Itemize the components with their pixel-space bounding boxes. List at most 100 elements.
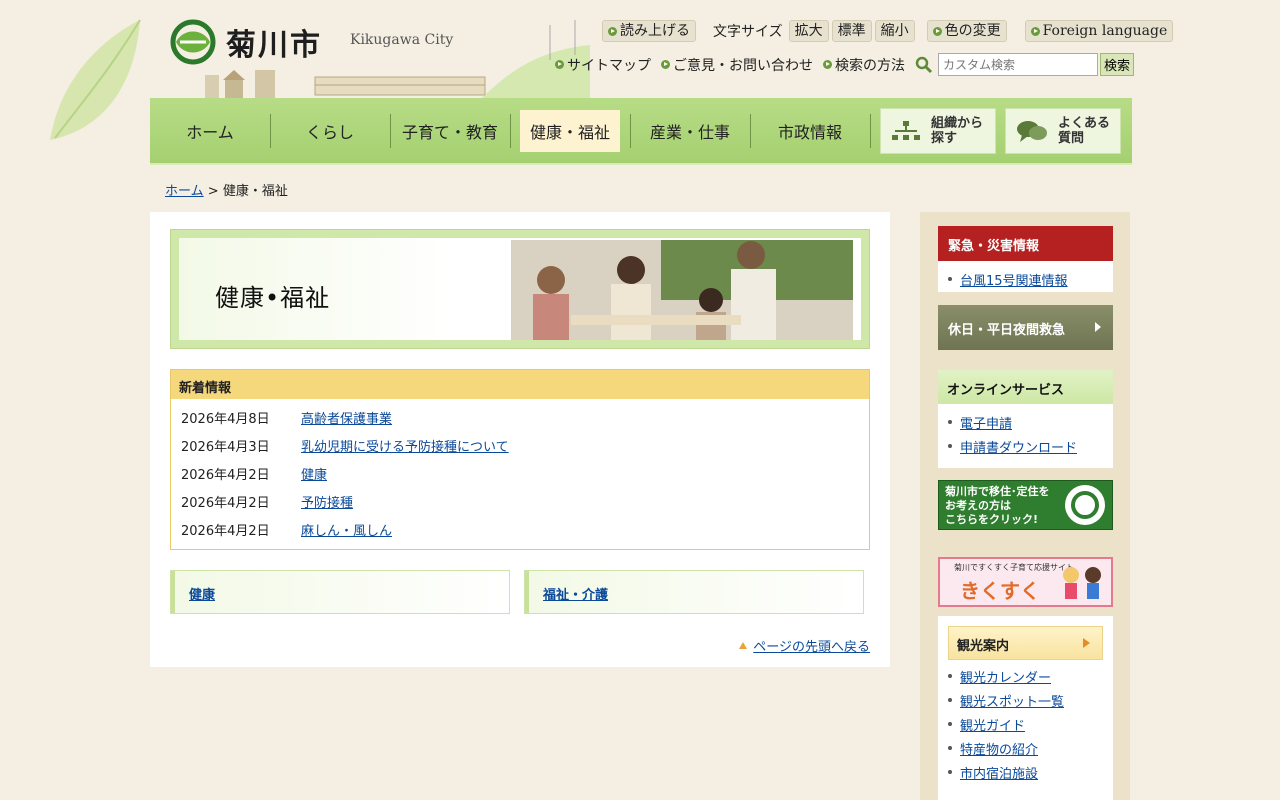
org-search-label: 組織から 探す — [931, 116, 984, 146]
news-date: 2026年4月2日 — [181, 524, 270, 539]
color-change-button[interactable]: 色の変更 — [926, 20, 1007, 42]
page-title: 健康•福祉 — [215, 284, 331, 312]
category-card-health[interactable]: 健康 — [170, 570, 510, 614]
read-aloud-button[interactable]: 読み上げる — [602, 20, 696, 42]
tourism-heading-button[interactable]: 観光案内 — [948, 626, 1103, 660]
childcare-site-banner[interactable]: 菊川ですくすく子育て応援サイト きくすく — [938, 557, 1113, 607]
bullet-icon — [948, 770, 952, 774]
tourism-link[interactable]: 特産物の紹介 — [960, 739, 1038, 758]
migration-banner[interactable]: 菊川市で移住･定住を お考えの方は こちらをクリック! — [938, 480, 1113, 530]
news-row: 2026年4月8日 高齢者保護事業 — [171, 399, 869, 427]
news-link[interactable]: 高齢者保護事業 — [301, 408, 392, 427]
online-link-e-application[interactable]: 電子申請 — [960, 413, 1012, 432]
bullet-icon — [948, 420, 952, 424]
sitemap-link[interactable]: サイトマップ — [555, 55, 651, 75]
arrow-bullet-icon — [661, 60, 670, 69]
utility-links: サイトマップ ご意見・お問い合わせ 検索の方法 検索 — [555, 53, 1135, 76]
category-link-welfare[interactable]: 福祉・介護 — [543, 584, 608, 603]
tourism-link[interactable]: 観光ガイド — [960, 715, 1025, 734]
read-aloud-label: 読み上げる — [620, 22, 690, 39]
list-item: 特産物の紹介 — [948, 736, 1103, 760]
news-date: 2026年4月2日 — [181, 496, 270, 511]
breadcrumb-current: 健康・福祉 — [222, 184, 288, 199]
nav-living[interactable]: くらし — [270, 110, 390, 152]
search-method-label: 検索の方法 — [835, 57, 905, 74]
org-search-button[interactable]: 組織から 探す — [880, 108, 996, 154]
bullet-icon — [948, 277, 952, 281]
sitemap-label: サイトマップ — [567, 57, 651, 74]
arrow-right-icon — [1083, 638, 1090, 648]
news-row: 2026年4月3日 乳幼児期に受ける予防接種について — [171, 427, 869, 455]
font-large-button[interactable]: 拡大 — [788, 20, 829, 42]
category-accent-bar — [525, 571, 529, 613]
utility-toolbar: 読み上げる 文字サイズ 拡大 標準 縮小 色の変更 Foreign langua… — [602, 20, 1174, 42]
mascot-icon — [1065, 485, 1105, 525]
emergency-list: 台風15号関連情報 — [938, 261, 1113, 297]
tourism-heading: 観光案内 — [957, 639, 1010, 654]
news-box: 新着情報 2026年4月8日 高齢者保護事業 2026年4月3日 乳幼児期に受け… — [170, 369, 870, 550]
list-item: 観光ガイド — [948, 712, 1103, 736]
global-nav: ホーム くらし 子育て・教育 健康・福祉 産業・仕事 市政情報 組織から 探す … — [150, 98, 1132, 165]
foreign-language-button[interactable]: Foreign language — [1024, 20, 1174, 42]
children-illustration-icon — [1063, 567, 1101, 599]
font-standard-button[interactable]: 標準 — [831, 20, 872, 42]
emergency-heading: 緊急・災害情報 — [938, 226, 1113, 261]
tourism-link[interactable]: 観光カレンダー — [960, 667, 1051, 686]
news-date: 2026年4月2日 — [181, 468, 270, 483]
back-to-top: ページの先頭へ戻る — [739, 636, 870, 655]
logo-english: Kikugawa City — [350, 32, 454, 48]
news-link[interactable]: 麻しん・風しん — [301, 520, 392, 539]
tourism-link[interactable]: 市内宿泊施設 — [960, 763, 1038, 782]
nav-health-welfare[interactable]: 健康・福祉 — [520, 110, 620, 152]
nav-childcare-education[interactable]: 子育て・教育 — [390, 110, 510, 152]
nav-home[interactable]: ホーム — [150, 110, 270, 152]
faq-button[interactable]: よくある 質問 — [1005, 108, 1121, 154]
org-chart-icon — [892, 121, 920, 140]
breadcrumb-home-link[interactable]: ホーム — [165, 184, 204, 199]
opinion-link[interactable]: ご意見・お問い合わせ — [661, 55, 813, 75]
up-arrow-icon — [739, 642, 748, 649]
breadcrumb: ホーム > 健康・福祉 — [165, 180, 288, 199]
nav-city-info[interactable]: 市政情報 — [750, 110, 870, 152]
arrow-bullet-icon — [555, 60, 564, 69]
emergency-link[interactable]: 台風15号関連情報 — [960, 270, 1068, 289]
arrow-bullet-icon — [608, 26, 617, 36]
online-link-form-download[interactable]: 申請書ダウンロード — [960, 437, 1077, 456]
bullet-icon — [948, 722, 952, 726]
arrow-bullet-icon — [932, 26, 942, 36]
category-card-welfare[interactable]: 福祉・介護 — [524, 570, 864, 614]
faq-label: よくある 質問 — [1058, 116, 1111, 146]
news-link[interactable]: 予防接種 — [301, 492, 353, 511]
search-input[interactable] — [938, 53, 1098, 76]
back-to-top-link[interactable]: ページの先頭へ戻る — [753, 636, 870, 655]
news-row: 2026年4月2日 予防接種 — [171, 483, 869, 511]
search-icon — [915, 56, 933, 73]
news-link[interactable]: 健康 — [301, 464, 327, 483]
bullet-icon — [948, 444, 952, 448]
breadcrumb-separator: > — [207, 184, 219, 199]
font-small-button[interactable]: 縮小 — [874, 20, 915, 42]
search-method-link[interactable]: 検索の方法 — [823, 55, 905, 75]
color-change-label: 色の変更 — [944, 22, 1001, 39]
bullet-icon — [948, 698, 952, 702]
tourism-list: 観光カレンダー 観光スポット一覧 観光ガイド 特産物の紹介 市内宿泊施設 — [938, 664, 1113, 790]
sidebar: 緊急・災害情報 台風15号関連情報 休日・平日夜間救急 オンラインサービス 電子… — [920, 212, 1130, 800]
arrow-bullet-icon — [1030, 26, 1040, 36]
list-item: 台風15号関連情報 — [948, 267, 1103, 291]
nav-industry-work[interactable]: 産業・仕事 — [630, 110, 750, 152]
migration-banner-text: 菊川市で移住･定住を お考えの方は こちらをクリック! — [945, 485, 1050, 526]
news-date: 2026年4月8日 — [181, 412, 270, 427]
night-emergency-button[interactable]: 休日・平日夜間救急 — [938, 305, 1113, 350]
category-banner: 健康•福祉 — [170, 229, 870, 349]
news-row: 2026年4月2日 麻しん・風しん — [171, 511, 869, 539]
foreign-language-label: Foreign language — [1042, 22, 1168, 39]
category-link-health[interactable]: 健康 — [189, 584, 215, 603]
search-button[interactable]: 検索 — [1100, 53, 1135, 76]
speech-bubble-icon — [1017, 121, 1047, 142]
list-item: 申請書ダウンロード — [948, 434, 1103, 458]
night-emergency-label: 休日・平日夜間救急 — [948, 323, 1066, 338]
tourism-link[interactable]: 観光スポット一覧 — [960, 691, 1064, 710]
nav-divider — [870, 114, 871, 148]
news-link[interactable]: 乳幼児期に受ける予防接種について — [301, 436, 509, 455]
list-item: 電子申請 — [948, 410, 1103, 434]
